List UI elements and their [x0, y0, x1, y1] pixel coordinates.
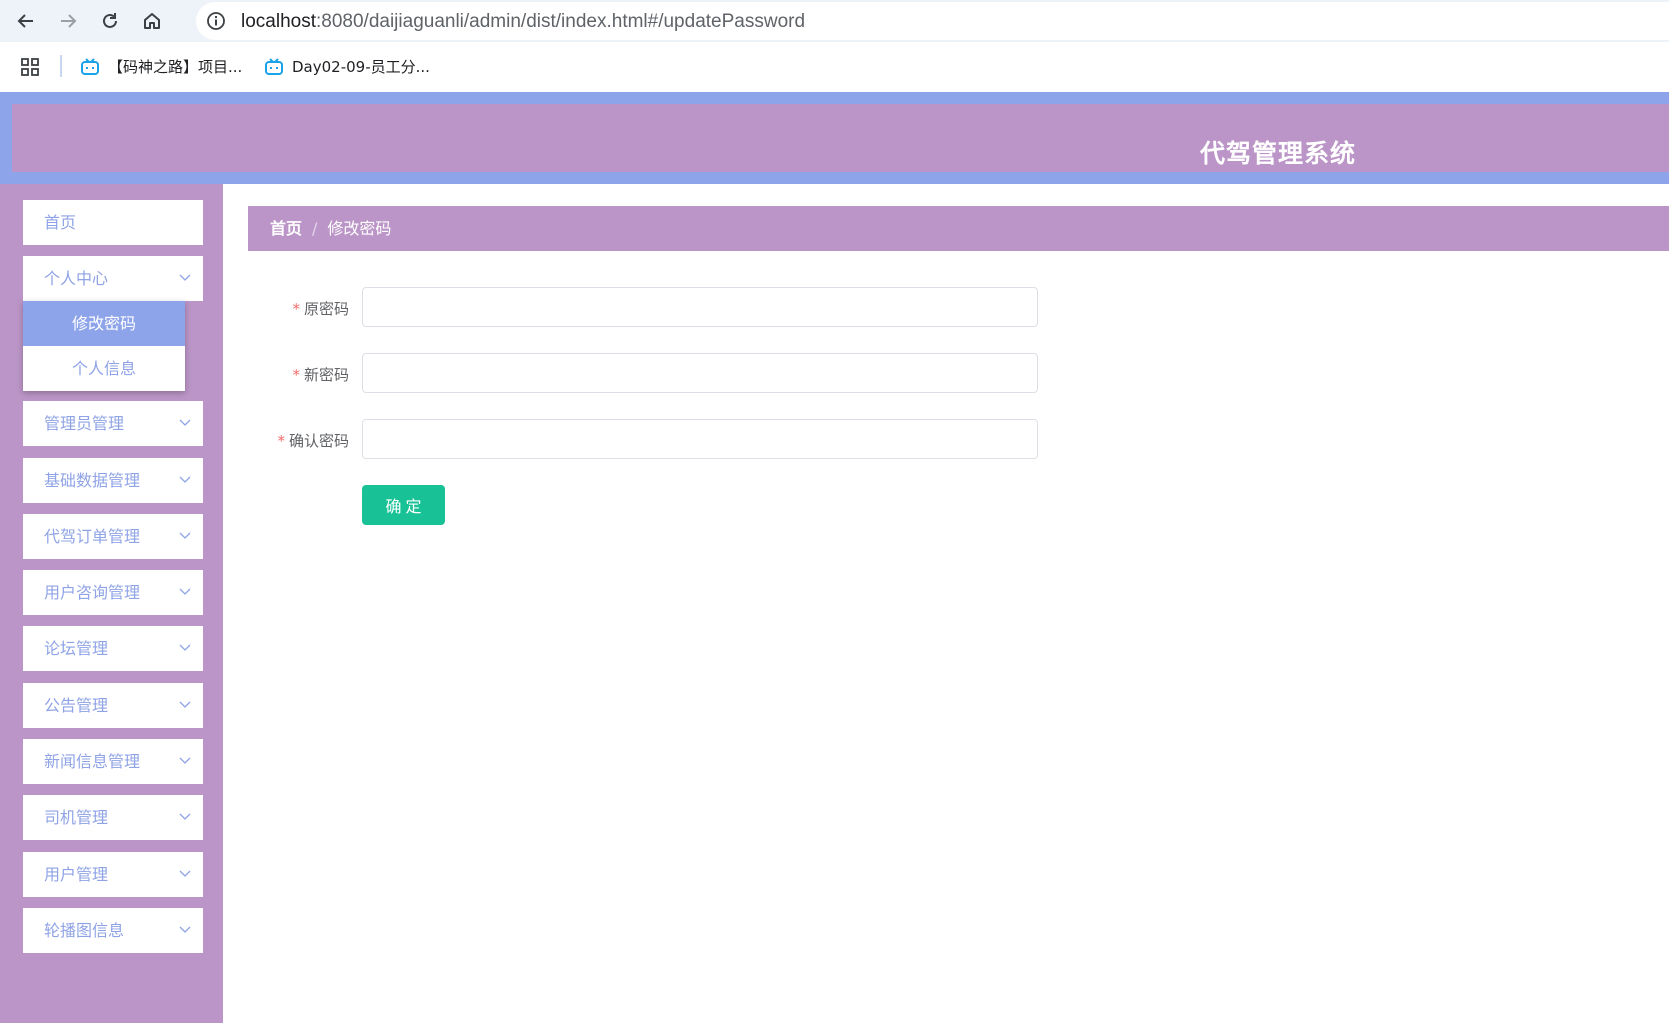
sidebar-item-label: 用户咨询管理 [44, 583, 141, 602]
browser-toolbar: localhost:8080/daijiaguanli/admin/dist/i… [0, 0, 1669, 42]
sidebar-item-home[interactable]: 首页 [23, 200, 203, 245]
bilibili-icon [265, 57, 283, 75]
chevron-down-icon [179, 588, 191, 595]
app-title: 代驾管理系统 [1200, 139, 1357, 168]
old-password-label-text: 原密码 [303, 300, 349, 318]
breadcrumb-separator: / [312, 219, 318, 238]
sidebar-item-label: 代驾订单管理 [44, 527, 141, 546]
required-mark: * [277, 432, 285, 450]
back-button[interactable] [13, 8, 39, 34]
bilibili-icon [81, 57, 99, 75]
sidebar-item-users[interactable]: 用户管理 [23, 852, 203, 897]
url-path: :8080/daijiaguanli/admin/dist/index.html… [316, 11, 806, 32]
url-text[interactable]: localhost:8080/daijiaguanli/admin/dist/i… [241, 11, 805, 33]
reload-icon [103, 13, 117, 28]
bookmarks-divider [60, 55, 62, 77]
sidebar-item-label: 用户管理 [44, 865, 109, 884]
breadcrumb-home[interactable]: 首页 [270, 219, 302, 238]
sidebar-item-news[interactable]: 新闻信息管理 [23, 739, 203, 784]
sidebar-item-label: 论坛管理 [44, 639, 109, 658]
new-password-label-text: 新密码 [303, 366, 349, 384]
header-banner: 代驾管理系统 [12, 104, 1669, 172]
sidebar-item-personal-center[interactable]: 个人中心 [23, 256, 203, 301]
info-icon[interactable] [206, 11, 226, 31]
sidebar-item-label: 新闻信息管理 [44, 752, 141, 771]
chevron-down-icon [179, 274, 191, 281]
sidebar-item-admin-management[interactable]: 管理员管理 [23, 401, 203, 446]
confirm-password-row: * 确认密码 [248, 419, 1048, 461]
sidebar: 首页 个人中心 修改密码 个人信息 管理员管理 基础数据管理 代驾订单管理 用户… [0, 184, 223, 1023]
sidebar-item-base-data[interactable]: 基础数据管理 [23, 458, 203, 503]
home-button[interactable] [139, 8, 165, 34]
sidebar-item-announcements[interactable]: 公告管理 [23, 683, 203, 728]
chevron-down-icon [179, 757, 191, 764]
chevron-down-icon [179, 926, 191, 933]
chevron-down-icon [179, 419, 191, 426]
old-password-label: * 原密码 [292, 298, 349, 319]
bookmark-label: Day02-09-员工分... [292, 58, 430, 76]
breadcrumb-current: 修改密码 [327, 219, 392, 238]
sidebar-item-orders[interactable]: 代驾订单管理 [23, 514, 203, 559]
new-password-input[interactable] [362, 353, 1038, 393]
apps-grid-icon[interactable] [20, 57, 40, 77]
confirm-password-input[interactable] [362, 419, 1038, 459]
submenu-item-change-password[interactable]: 修改密码 [23, 301, 185, 346]
home-icon [144, 13, 160, 29]
chevron-down-icon [179, 476, 191, 483]
submenu-item-personal-info[interactable]: 个人信息 [23, 346, 185, 391]
old-password-input[interactable] [362, 287, 1038, 327]
sidebar-item-label: 基础数据管理 [44, 471, 141, 490]
forward-button[interactable] [55, 8, 81, 34]
reload-button[interactable] [97, 8, 123, 34]
chevron-down-icon [179, 813, 191, 820]
sidebar-item-label: 个人中心 [44, 269, 109, 288]
app-header: 代驾管理系统 [0, 92, 1669, 184]
bookmark-label: 【码神之路】项目... [108, 58, 243, 76]
bookmarks-bar: 【码神之路】项目... Day02-09-员工分... [0, 42, 1669, 92]
sidebar-item-label: 司机管理 [44, 808, 109, 827]
new-password-row: * 新密码 [248, 353, 1048, 395]
confirm-password-label-text: 确认密码 [288, 432, 349, 450]
confirm-button[interactable]: 确定 [362, 485, 445, 525]
chevron-down-icon [179, 532, 191, 539]
old-password-row: * 原密码 [248, 287, 1048, 329]
url-host: localhost [241, 11, 316, 32]
sidebar-item-label: 轮播图信息 [44, 921, 125, 940]
chevron-down-icon [179, 701, 191, 708]
forward-arrow-icon [61, 14, 77, 28]
personal-center-submenu: 修改密码 个人信息 [23, 301, 185, 391]
sidebar-item-label: 首页 [44, 213, 77, 232]
sidebar-item-drivers[interactable]: 司机管理 [23, 795, 203, 840]
sidebar-item-carousel[interactable]: 轮播图信息 [23, 908, 203, 953]
address-bar[interactable]: localhost:8080/daijiaguanli/admin/dist/i… [196, 2, 1669, 40]
required-mark: * [292, 300, 300, 318]
sidebar-item-label: 管理员管理 [44, 414, 125, 433]
chevron-down-icon [179, 644, 191, 651]
back-arrow-icon [17, 14, 33, 28]
required-mark: * [292, 366, 300, 384]
sidebar-item-forum[interactable]: 论坛管理 [23, 626, 203, 671]
sidebar-item-label: 公告管理 [44, 696, 109, 715]
breadcrumb: 首页 / 修改密码 [248, 206, 1669, 251]
sidebar-item-consultation[interactable]: 用户咨询管理 [23, 570, 203, 615]
chevron-down-icon [179, 870, 191, 877]
new-password-label: * 新密码 [292, 364, 349, 385]
bookmark-item[interactable]: Day02-09-员工分... [264, 56, 430, 77]
confirm-password-label: * 确认密码 [277, 430, 349, 451]
bookmark-item[interactable]: 【码神之路】项目... [80, 56, 242, 77]
